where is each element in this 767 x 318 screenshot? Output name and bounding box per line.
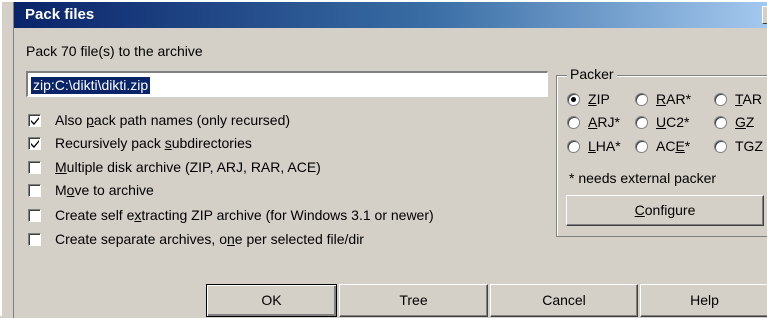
- radio-label: GZ: [735, 114, 755, 130]
- radio-label: TAR: [735, 91, 762, 107]
- radio-gz[interactable]: GZ: [714, 114, 767, 133]
- radio-circle[interactable]: [567, 140, 580, 153]
- window-left-edge: [2, 2, 14, 318]
- radio-circle[interactable]: [567, 116, 580, 129]
- radio-label: ACE*: [656, 138, 691, 154]
- checkbox-box[interactable]: [28, 209, 41, 222]
- checkbox-box[interactable]: [28, 137, 41, 150]
- checkbox-box[interactable]: [28, 184, 41, 197]
- radio-circle[interactable]: [635, 93, 648, 106]
- radio-circle[interactable]: [714, 116, 727, 129]
- radio-circle[interactable]: [567, 93, 580, 106]
- radio-circle[interactable]: [635, 140, 648, 153]
- checkbox-box[interactable]: [28, 233, 41, 246]
- cancel-label: Cancel: [542, 292, 586, 308]
- checkbox-box[interactable]: [28, 114, 41, 127]
- radio-label: UC2*: [656, 114, 690, 130]
- archive-path-input[interactable]: zip:C:\dikti\dikti.zip: [26, 71, 548, 97]
- radio-label: TGZ: [735, 138, 763, 154]
- configure-label: Configure: [634, 202, 696, 218]
- configure-button[interactable]: Configure: [566, 195, 764, 226]
- checkbox-label: Recursively pack subdirectories: [55, 135, 252, 151]
- radio-label: ARJ*: [588, 114, 620, 130]
- radio-rar[interactable]: RAR*: [635, 91, 709, 110]
- radio-tgz[interactable]: TGZ: [714, 138, 767, 157]
- help-label: Help: [690, 292, 719, 308]
- radio-circle[interactable]: [714, 140, 727, 153]
- checkbox-box[interactable]: [28, 161, 41, 174]
- tree-button[interactable]: Tree: [339, 284, 488, 317]
- checkbox-label: Create self extracting ZIP archive (for …: [55, 207, 434, 223]
- radio-arj[interactable]: ARJ*: [567, 114, 631, 133]
- radio-dot-icon: [571, 97, 576, 102]
- radio-circle[interactable]: [635, 116, 648, 129]
- radio-label: RAR*: [656, 91, 692, 107]
- checkbox-label: Also pack path names (only recursed): [55, 112, 291, 128]
- checkmark-icon: [31, 140, 39, 148]
- radio-zip[interactable]: ZIP: [567, 91, 631, 110]
- help-button[interactable]: Help: [640, 284, 767, 317]
- checkbox-label: Multiple disk archive (ZIP, ARJ, RAR, AC…: [55, 159, 321, 175]
- radio-label: LHA*: [588, 138, 621, 154]
- radio-ace[interactable]: ACE*: [635, 138, 709, 157]
- radio-lha[interactable]: LHA*: [567, 138, 631, 157]
- external-packer-note: * needs external packer: [569, 170, 717, 186]
- close-button[interactable]: x: [762, 6, 767, 24]
- tree-label: Tree: [399, 292, 428, 308]
- checkbox-label: Move to archive: [55, 182, 154, 198]
- pack-files-dialog: Pack files x Pack 70 file(s) to the arch…: [0, 0, 767, 318]
- radio-label: ZIP: [588, 91, 610, 107]
- archive-path-value: zip:C:\dikti\dikti.zip: [31, 77, 151, 94]
- window-title: Pack files: [25, 6, 95, 23]
- cancel-button[interactable]: Cancel: [490, 284, 638, 317]
- checkbox-label: Create separate archives, one per select…: [55, 231, 364, 247]
- radio-circle[interactable]: [714, 93, 727, 106]
- ok-button[interactable]: OK: [206, 284, 337, 317]
- checkmark-icon: [31, 117, 39, 125]
- ok-label: OK: [261, 292, 282, 308]
- pack-count-label: Pack 70 file(s) to the archive: [26, 43, 203, 59]
- packer-legend: Packer: [567, 66, 617, 82]
- radio-tar[interactable]: TAR: [714, 91, 767, 110]
- radio-uc2[interactable]: UC2*: [635, 114, 709, 133]
- title-bar[interactable]: Pack files x: [14, 2, 767, 28]
